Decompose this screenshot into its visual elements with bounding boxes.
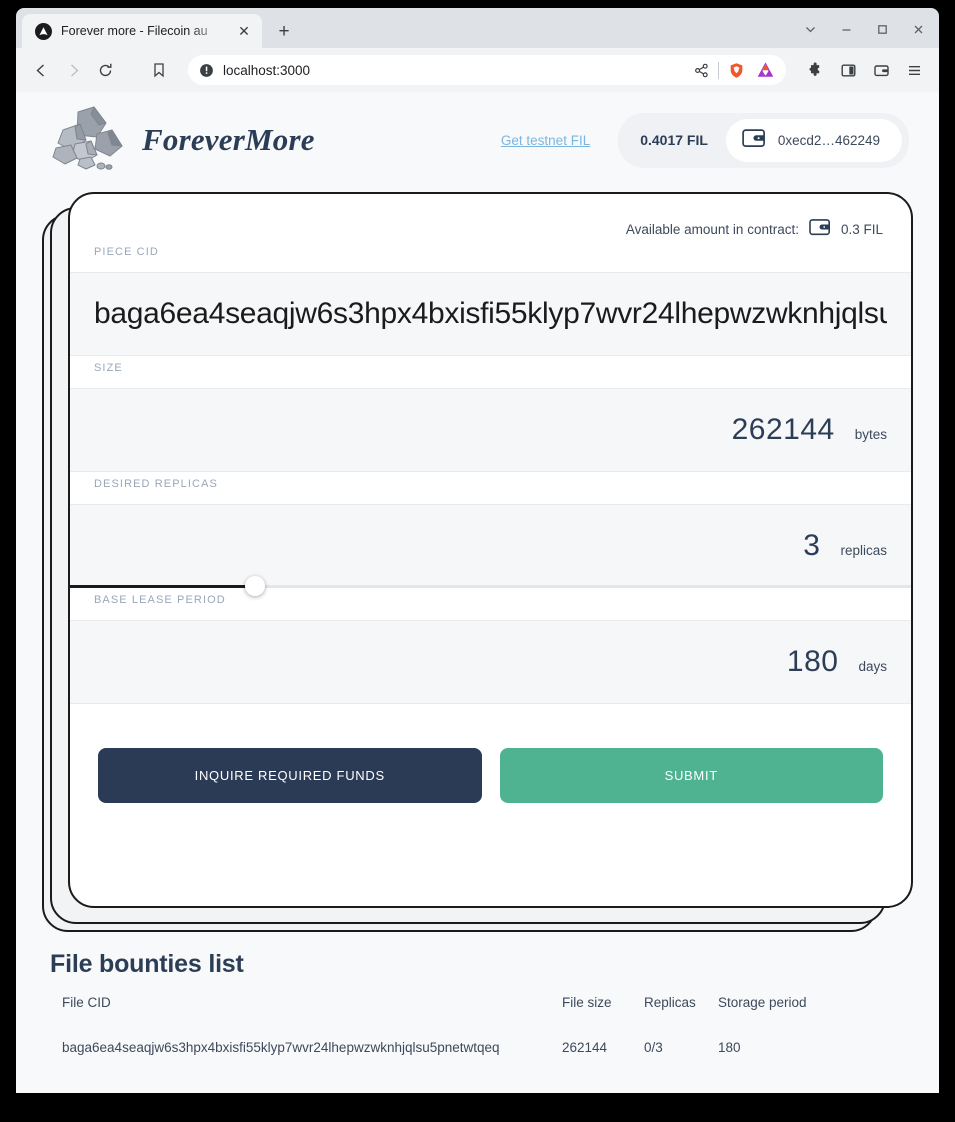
wallet-balance: 0.4017 FIL (640, 132, 708, 148)
tab-title: Forever more - Filecoin au (61, 24, 208, 38)
lease-period-value-row: 180 days (94, 645, 887, 679)
cell-replicas: 0/3 (644, 1040, 663, 1055)
cell-file-cid: baga6ea4seaqjw6s3hpx4bxisfi55klyp7wvr24l… (62, 1040, 500, 1055)
desired-replicas-field[interactable]: 3 replicas (70, 504, 911, 596)
lease-period-value[interactable]: 180 (787, 645, 839, 679)
column-header-storage-period: Storage period (718, 995, 807, 1010)
size-value[interactable]: 262144 (732, 413, 835, 447)
page-viewport: ForeverMore Get testnet FIL 0.4017 FIL 0… (16, 92, 939, 1093)
wallet-icon (742, 128, 766, 153)
puzzle-icon[interactable] (800, 55, 830, 85)
piece-cid-label: PIECE CID (94, 246, 159, 258)
share-icon[interactable] (689, 58, 713, 82)
size-unit: bytes (854, 427, 887, 442)
wallet-icon[interactable] (866, 55, 896, 85)
toolbar-right-actions (800, 55, 929, 85)
size-field[interactable]: 262144 bytes (70, 388, 911, 472)
file-bounties-title: File bounties list (50, 950, 244, 978)
minimize-icon[interactable] (829, 15, 863, 43)
brave-triangle-favicon (35, 22, 52, 40)
column-header-file-cid: File CID (62, 995, 111, 1010)
forward-icon[interactable] (58, 55, 88, 85)
replicas-value[interactable]: 3 (803, 529, 820, 563)
reload-icon[interactable] (90, 55, 120, 85)
table-row[interactable]: baga6ea4seaqjw6s3hpx4bxisfi55klyp7wvr24l… (50, 1036, 909, 1059)
omnibox-actions (689, 58, 780, 82)
sidebar-icon[interactable] (833, 55, 863, 85)
cell-storage-period: 180 (718, 1040, 741, 1055)
brave-shields-lion-icon[interactable] (724, 58, 748, 82)
divider (718, 61, 719, 79)
rocks-logo (50, 104, 138, 176)
app-header: ForeverMore Get testnet FIL 0.4017 FIL 0… (16, 92, 939, 184)
size-label: SIZE (94, 362, 123, 374)
wallet-address-chip[interactable]: 0xecd2…462249 (725, 118, 902, 162)
wallet-address: 0xecd2…462249 (777, 132, 880, 148)
bounty-form-card: Available amount in contract: 0.3 FIL PI… (68, 192, 913, 908)
wallet-icon (809, 218, 831, 241)
desired-replicas-label: DESIRED REPLICAS (94, 478, 218, 490)
window-close-icon[interactable] (901, 15, 935, 43)
get-testnet-fil-link[interactable]: Get testnet FIL (501, 133, 590, 148)
base-lease-period-label: BASE LEASE PERIOD (94, 594, 226, 606)
lease-period-unit: days (858, 659, 887, 674)
address-bar[interactable]: localhost:3000 (188, 55, 786, 85)
contract-balance-label: Available amount in contract: (625, 221, 799, 237)
contract-balance-row: Available amount in contract: 0.3 FIL (70, 194, 911, 240)
contract-balance-value: 0.3 FIL (840, 221, 883, 237)
submit-button[interactable]: SUBMIT (499, 748, 883, 803)
cell-file-size: 262144 (562, 1040, 608, 1055)
base-lease-period-field[interactable]: 180 days (70, 620, 911, 704)
hamburger-menu-icon[interactable] (899, 55, 929, 85)
bounty-form-card-stack: Available amount in contract: 0.3 FIL PI… (42, 192, 913, 932)
slider-track-fill (70, 585, 256, 588)
file-bounties-section: File bounties list File CID File size Re… (16, 932, 939, 1059)
column-header-replicas: Replicas (644, 995, 696, 1010)
file-bounties-table: File CID File size Replicas Storage peri… (50, 995, 909, 1059)
logo-and-brand[interactable]: ForeverMore (50, 104, 315, 176)
window-controls (793, 15, 935, 43)
not-secure-info-icon[interactable] (199, 63, 214, 78)
piece-cid-field[interactable]: baga6ea4seaqjw6s3hpx4bxisfi55klyp7wvr24l… (70, 272, 911, 356)
size-value-row: 262144 bytes (94, 413, 887, 447)
column-header-file-size: File size (562, 995, 612, 1010)
browser-window: Forever more - Filecoin au ✕ + localhost… (16, 8, 939, 1093)
close-icon[interactable]: ✕ (235, 22, 253, 40)
form-actions: INQUIRE REQUIRED FUNDS SUBMIT (70, 704, 911, 803)
new-tab-button[interactable]: + (270, 17, 298, 45)
replicas-slider[interactable] (70, 576, 911, 596)
piece-cid-value[interactable]: baga6ea4seaqjw6s3hpx4bxisfi55klyp7wvr24l… (94, 297, 887, 331)
brave-rewards-bat-icon[interactable] (753, 58, 777, 82)
tab-search-chevron-down-icon[interactable] (793, 15, 827, 43)
replicas-unit: replicas (840, 543, 887, 558)
tab-strip: Forever more - Filecoin au ✕ + (16, 8, 939, 48)
brand-title: ForeverMore (142, 122, 315, 157)
inquire-required-funds-button[interactable]: INQUIRE REQUIRED FUNDS (98, 748, 482, 803)
slider-thumb[interactable] (245, 576, 266, 596)
table-header-row: File CID File size Replicas Storage peri… (50, 995, 909, 1036)
header-actions: Get testnet FIL 0.4017 FIL 0xecd2…462249 (501, 112, 909, 168)
bookmark-icon[interactable] (144, 55, 174, 85)
browser-tab[interactable]: Forever more - Filecoin au ✕ (22, 14, 262, 48)
wallet-pill: 0.4017 FIL 0xecd2…462249 (618, 112, 909, 168)
url-text: localhost:3000 (223, 62, 311, 78)
back-icon[interactable] (26, 55, 56, 85)
replicas-value-row: 3 replicas (94, 529, 887, 563)
maximize-icon[interactable] (865, 15, 899, 43)
browser-toolbar: localhost:3000 (16, 48, 939, 92)
